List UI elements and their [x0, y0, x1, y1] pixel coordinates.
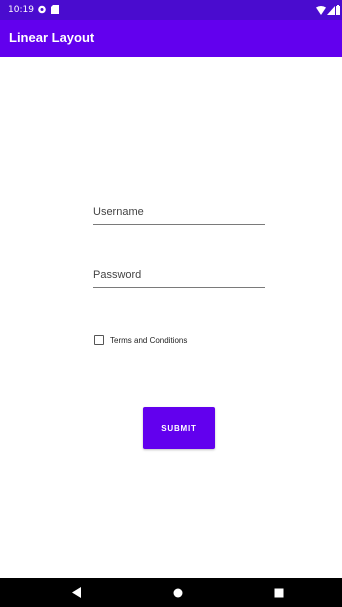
notification-app-icon	[38, 5, 46, 14]
app-screen: 10:19 Linear Layout Terms and	[0, 0, 342, 607]
back-button[interactable]	[57, 578, 97, 607]
terms-checkbox[interactable]	[94, 335, 104, 345]
app-bar: Linear Layout	[0, 20, 342, 57]
sd-card-icon	[51, 5, 59, 14]
back-icon	[72, 587, 81, 598]
home-button[interactable]	[158, 578, 198, 607]
app-title: Linear Layout	[9, 30, 95, 45]
navigation-bar	[0, 578, 342, 607]
status-bar: 10:19	[0, 0, 342, 20]
signal-icon	[327, 5, 335, 15]
status-icons	[316, 5, 340, 15]
home-icon	[173, 588, 183, 597]
terms-row[interactable]: Terms and Conditions	[94, 333, 187, 347]
status-time: 10:19	[8, 5, 34, 15]
password-field[interactable]	[93, 263, 265, 288]
wifi-icon	[316, 5, 326, 15]
username-field[interactable]	[93, 200, 265, 225]
recents-button[interactable]	[259, 578, 299, 607]
recents-icon	[274, 588, 284, 597]
submit-button[interactable]: SUBMIT	[143, 407, 215, 449]
battery-icon	[336, 5, 340, 15]
terms-label: Terms and Conditions	[110, 335, 188, 345]
